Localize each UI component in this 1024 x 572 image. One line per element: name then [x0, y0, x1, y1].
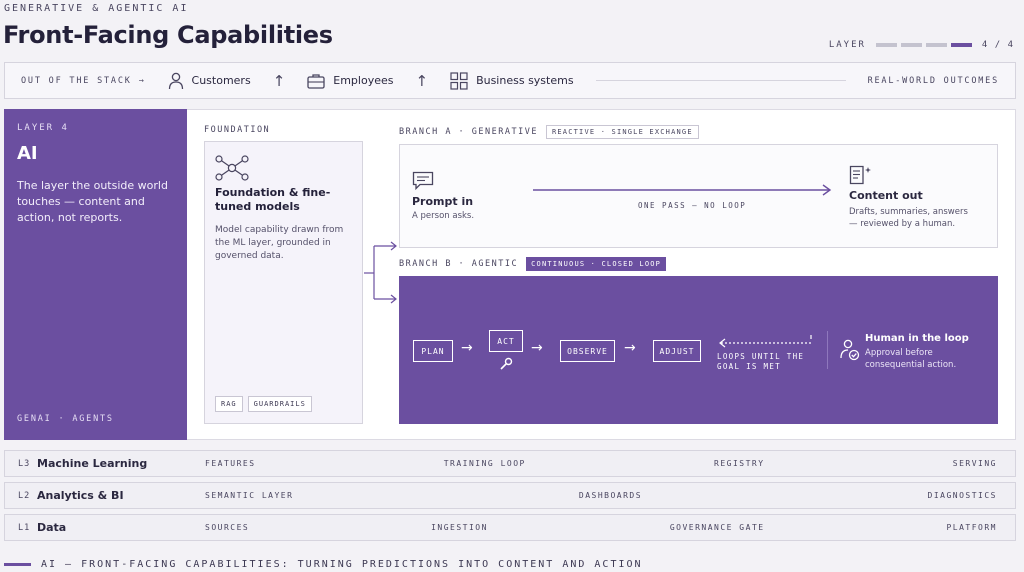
step-observe: OBSERVE — [560, 340, 615, 362]
layer-item: TRAINING LOOP — [443, 459, 526, 468]
network-icon — [215, 155, 249, 181]
footer-caption-text: AI — FRONT-FACING CAPABILITIES: TURNING … — [41, 559, 643, 570]
layer-item: GOVERNANCE GATE — [669, 523, 765, 532]
foundation-title: Foundation & fine-tuned models — [215, 186, 331, 213]
layer-4-footer: GENAI · AGENTS — [17, 414, 114, 424]
divider-rule — [595, 80, 846, 81]
eyebrow: GENERATIVE & AGENTIC AI — [4, 3, 189, 14]
layer-4-title: AI — [17, 143, 38, 164]
human-in-loop-title: Human in the loop — [865, 333, 969, 344]
business-systems-item: Business systems — [450, 71, 574, 90]
layer-item: DIAGNOSTICS — [927, 491, 997, 500]
branch-a-card: Prompt in A person asks. ONE PASS — NO L… — [399, 144, 998, 248]
layer-name: Machine Learning — [37, 457, 148, 470]
layer-name: Analytics & BI — [37, 489, 124, 502]
page-title: Front-Facing Capabilities — [3, 21, 333, 49]
layer-count: 4 / 4 — [981, 40, 1014, 50]
human-in-loop-description: Approval before consequential action. — [865, 348, 957, 370]
loop-back-arrow — [719, 335, 812, 348]
loop-label: LOOPS UNTIL THE GOAL IS MET — [717, 352, 805, 371]
layer-row-l1: L1 Data SOURCES INGESTION GOVERNANCE GAT… — [4, 514, 1016, 541]
out-of-stack-label: OUT OF THE STACK → — [21, 75, 146, 86]
layer-code: L3 — [18, 458, 31, 469]
tag-rag: RAG — [215, 396, 243, 412]
arrow-up-icon: ↑ — [415, 71, 429, 90]
customers-label: Customers — [191, 74, 251, 87]
employees-item: Employees — [307, 73, 393, 89]
grid-icon — [450, 71, 468, 90]
content-out-title: Content out — [849, 189, 923, 202]
step-adjust: ADJUST — [653, 340, 701, 362]
person-check-icon — [840, 339, 860, 361]
one-pass-label: ONE PASS — NO LOOP — [638, 201, 747, 210]
tag-guardrails: GUARDRAILS — [247, 396, 312, 412]
step-arrow-icon: → — [461, 340, 473, 356]
employees-label: Employees — [333, 74, 394, 87]
foundation-description: Model capability drawn from the ML layer… — [215, 225, 344, 261]
layer-item: PLATFORM — [946, 523, 997, 532]
branch-a-header: BRANCH A · GENERATIVE REACTIVE · SINGLE … — [399, 125, 699, 139]
business-systems-label: Business systems — [476, 74, 574, 87]
layer-name: Data — [37, 521, 67, 534]
chat-icon — [412, 171, 434, 191]
prompt-in-description: A person asks. — [412, 211, 475, 221]
layer-indicator: LAYER 4 / 4 — [829, 40, 1014, 50]
layer-item: SERVING — [952, 459, 997, 468]
layer-item: REGISTRY — [714, 459, 765, 468]
layer-code: L1 — [18, 522, 31, 533]
wrench-icon — [500, 357, 513, 370]
layer-item: FEATURES — [205, 459, 256, 468]
layer-item: INGESTION — [431, 523, 488, 532]
layer-segment-1 — [875, 43, 897, 47]
stack-outputs-bar: OUT OF THE STACK → Customers ↑ Employees… — [4, 62, 1016, 99]
arrow-up-icon: ↑ — [272, 71, 286, 90]
foundation-label: FOUNDATION — [204, 125, 271, 135]
prompt-in-title: Prompt in — [412, 195, 474, 208]
person-icon — [168, 72, 183, 89]
branch-a-pill: REACTIVE · SINGLE EXCHANGE — [545, 125, 699, 139]
layer-segment-3 — [925, 43, 947, 47]
briefcase-icon — [307, 73, 325, 89]
layer-segment-2 — [900, 43, 922, 47]
footer-accent-bar — [4, 563, 31, 566]
branch-b-pill: CONTINUOUS · CLOSED LOOP — [526, 257, 667, 271]
step-act: ACT — [489, 330, 523, 352]
layer-code: L2 — [18, 490, 31, 501]
layer-item: DASHBOARDS — [578, 491, 643, 500]
one-pass-arrow — [533, 184, 832, 196]
foundation-card: Foundation & fine-tuned models Model cap… — [204, 141, 363, 424]
branch-b-card: PLAN → ACT → OBSERVE → ADJUST LOOPS UNTI… — [399, 276, 998, 424]
footer-caption: AI — FRONT-FACING CAPABILITIES: TURNING … — [4, 559, 643, 570]
customers-item: Customers — [168, 72, 251, 90]
layer-4-label: LAYER 4 — [17, 123, 69, 133]
step-plan: PLAN — [413, 340, 453, 362]
branch-connector — [364, 241, 397, 304]
content-out-description: Drafts, summaries, answers — reviewed by… — [849, 207, 968, 229]
real-world-outcomes-label: REAL-WORLD OUTCOMES — [867, 75, 999, 86]
step-arrow-icon: → — [531, 340, 543, 356]
layer-row-l2: L2 Analytics & BI SEMANTIC LAYER DASHBOA… — [4, 482, 1016, 509]
layer-4-description: The layer the outside world touches — co… — [17, 179, 168, 224]
step-arrow-icon: → — [624, 340, 636, 356]
branch-b-label: BRANCH B · AGENTIC — [399, 259, 519, 269]
layer-segment-4 — [950, 43, 972, 47]
layer-indicator-label: LAYER — [828, 40, 866, 50]
layer-item: SEMANTIC LAYER — [205, 491, 294, 500]
layer-item: SOURCES — [205, 523, 250, 532]
divider-rule — [827, 331, 828, 369]
branch-a-label: BRANCH A · GENERATIVE — [399, 127, 538, 137]
branch-b-header: BRANCH B · AGENTIC CONTINUOUS · CLOSED L… — [399, 257, 667, 271]
layer-4-summary: LAYER 4 AI The layer the outside world t… — [4, 109, 187, 440]
layer-row-l3: L3 Machine Learning FEATURES TRAINING LO… — [4, 450, 1016, 477]
document-icon — [849, 165, 871, 185]
